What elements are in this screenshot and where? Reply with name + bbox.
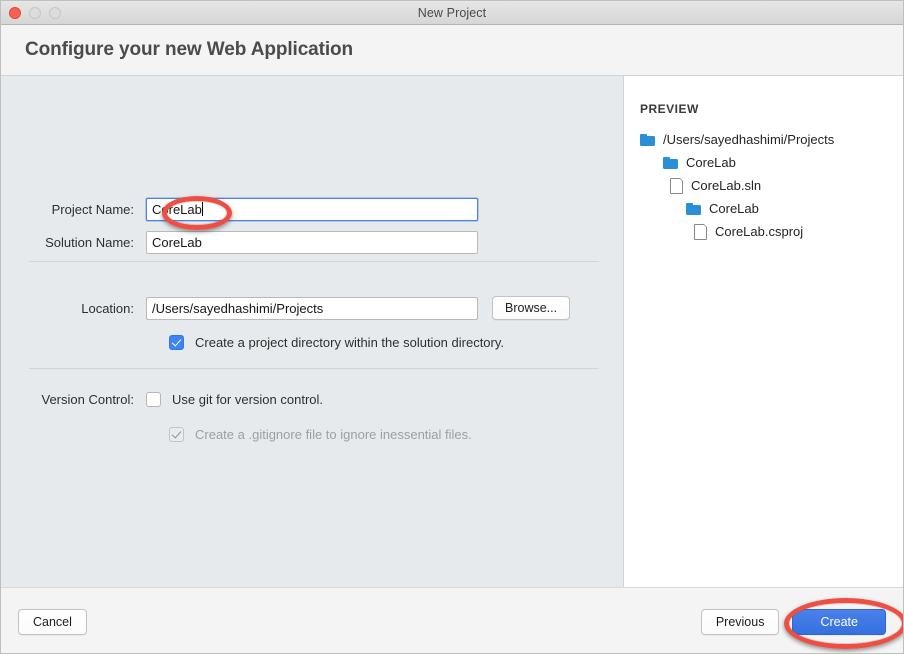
traffic-light-group (9, 6, 61, 19)
solution-name-value: CoreLab (152, 235, 202, 250)
tree-item-label: CoreLab (709, 201, 759, 216)
tree-item-label: /Users/sayedhashimi/Projects (663, 132, 835, 147)
use-git-label: Use git for version control. (172, 392, 324, 407)
solution-name-input[interactable]: CoreLab (146, 231, 478, 254)
zoom-window-icon[interactable] (49, 6, 61, 19)
tree-item: CoreLab (638, 151, 903, 174)
file-icon (694, 223, 707, 240)
tree-item-label: CoreLab (686, 155, 736, 170)
dialog-header: Configure your new Web Application (1, 25, 903, 76)
tree-item: CoreLab (638, 197, 903, 220)
create-project-directory-checkbox-row[interactable]: Create a project directory within the so… (169, 335, 504, 350)
gitignore-checkbox (169, 427, 184, 442)
cancel-button[interactable]: Cancel (18, 609, 87, 635)
tree-item: /Users/sayedhashimi/Projects (638, 128, 903, 151)
preview-pane: PREVIEW /Users/sayedhashimi/Projects Cor… (624, 76, 903, 587)
window-titlebar: New Project (1, 1, 903, 25)
tree-item-label: CoreLab.csproj (715, 224, 804, 239)
page-title: Configure your new Web Application (25, 39, 354, 60)
configuration-form-pane: Project Name: CoreLab Solution Name: Cor… (1, 76, 624, 587)
create-project-directory-checkbox[interactable] (169, 335, 184, 350)
previous-button[interactable]: Previous (700, 609, 780, 635)
checkmark-icon (171, 336, 182, 347)
version-control-row: Version Control: Use git for version con… (1, 392, 323, 407)
window-title: New Project (417, 5, 487, 20)
text-caret (201, 202, 203, 216)
project-name-label: Project Name: (51, 202, 134, 217)
checkmark-icon (171, 428, 182, 439)
location-value: /Users/sayedhashimi/Projects (152, 300, 324, 316)
form-divider-1 (29, 261, 599, 262)
solution-name-label: Solution Name: (45, 235, 134, 250)
create-project-directory-label: Create a project directory within the so… (195, 335, 505, 350)
location-input[interactable]: /Users/sayedhashimi/Projects (146, 296, 478, 320)
folder-icon (663, 156, 678, 169)
file-icon (670, 177, 683, 194)
folder-icon (640, 133, 655, 146)
solution-name-row: Solution Name: CoreLab (1, 231, 478, 254)
folder-icon (686, 202, 701, 215)
tree-item: CoreLab.csproj (638, 220, 903, 243)
gitignore-checkbox-row: Create a .gitignore file to ignore iness… (169, 427, 472, 442)
project-name-input[interactable]: CoreLab (146, 198, 478, 221)
dialog-footer: Cancel Previous Create (1, 587, 903, 653)
create-button[interactable]: Create (792, 609, 886, 635)
footer-action-buttons: Previous Create (700, 609, 886, 635)
gitignore-label: Create a .gitignore file to ignore iness… (195, 427, 472, 442)
browse-button[interactable]: Browse... (492, 296, 571, 320)
location-row: Location: /Users/sayedhashimi/Projects B… (1, 296, 571, 320)
form-divider-2 (29, 368, 599, 369)
dialog-body: Project Name: CoreLab Solution Name: Cor… (1, 76, 903, 587)
use-git-checkbox-row[interactable]: Use git for version control. (146, 392, 323, 407)
tree-item-label: CoreLab.sln (691, 178, 762, 193)
use-git-checkbox[interactable] (146, 392, 161, 407)
new-project-dialog: New Project Configure your new Web Appli… (0, 0, 904, 654)
version-control-label: Version Control: (41, 392, 135, 407)
location-label: Location: (81, 300, 134, 316)
tree-item: CoreLab.sln (638, 174, 903, 197)
preview-heading: PREVIEW (640, 102, 699, 116)
minimize-window-icon[interactable] (29, 6, 41, 19)
project-name-value: CoreLab (152, 202, 202, 217)
close-window-icon[interactable] (9, 6, 21, 19)
project-name-row: Project Name: CoreLab (1, 198, 478, 221)
cancel-button-wrap: Cancel (18, 609, 87, 635)
